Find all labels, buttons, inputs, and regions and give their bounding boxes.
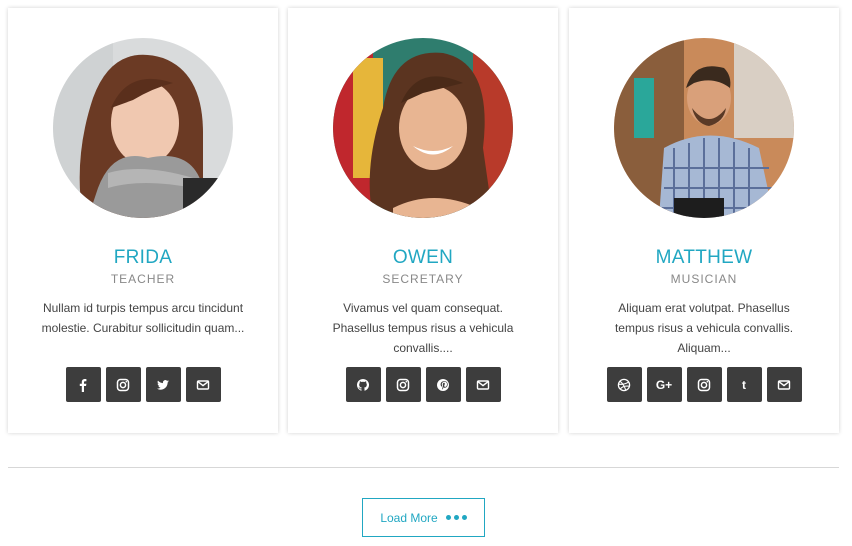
instagram-button[interactable]	[686, 367, 722, 402]
tumblr-icon: t	[742, 377, 746, 392]
social-links: G+ t	[569, 367, 839, 402]
envelope-icon	[777, 379, 791, 390]
instagram-button[interactable]	[385, 367, 421, 402]
member-name: MATTHEW	[655, 247, 753, 268]
social-links	[288, 367, 558, 402]
facebook-button[interactable]	[65, 367, 101, 402]
member-name: OWEN	[392, 247, 454, 268]
social-links	[8, 367, 278, 402]
envelope-icon	[476, 379, 490, 390]
member-bio: Nullam id turpis tempus arcu tincidunt m…	[41, 301, 245, 335]
section-divider	[8, 467, 839, 468]
twitter-icon	[157, 379, 169, 390]
load-more-button[interactable]: Load More	[362, 498, 485, 537]
twitter-button[interactable]	[145, 367, 181, 402]
member-role: SECRETARY	[382, 272, 464, 286]
github-button[interactable]	[345, 367, 381, 402]
team-card-frida: FRIDA TEACHER Nullam id turpis tempus ar…	[8, 8, 278, 433]
pinterest-button[interactable]	[425, 367, 461, 402]
google-plus-button[interactable]: G+	[646, 367, 682, 402]
email-button[interactable]	[465, 367, 501, 402]
member-bio: Aliquam erat volutpat. Phasellus tempus …	[614, 301, 794, 355]
email-button[interactable]	[766, 367, 802, 402]
member-role: TEACHER	[110, 272, 176, 286]
facebook-icon	[79, 378, 87, 392]
avatar	[333, 38, 513, 218]
instagram-icon	[116, 378, 130, 391]
avatar	[53, 38, 233, 218]
email-button[interactable]	[185, 367, 221, 402]
envelope-icon	[196, 379, 210, 390]
load-more-label: Load More	[380, 510, 438, 525]
google-plus-icon: G+	[655, 377, 673, 392]
pinterest-icon	[437, 378, 449, 391]
member-bio: Vivamus vel quam consequat. Phasellus te…	[332, 301, 514, 355]
dribbble-button[interactable]	[606, 367, 642, 402]
instagram-icon	[396, 378, 410, 391]
more-dots-icon	[445, 515, 467, 520]
team-card-matthew: MATTHEW MUSICIAN Aliquam erat volutpat. …	[569, 8, 839, 433]
avatar	[614, 38, 794, 218]
instagram-icon	[697, 378, 711, 391]
member-name: FRIDA	[113, 247, 173, 268]
tumblr-button[interactable]: t	[726, 367, 762, 402]
instagram-button[interactable]	[105, 367, 141, 402]
dribbble-icon	[617, 378, 631, 391]
team-card-owen: OWEN SECRETARY Vivamus vel quam consequa…	[288, 8, 558, 433]
member-role: MUSICIAN	[670, 272, 738, 286]
team-grid: FRIDA TEACHER Nullam id turpis tempus ar…	[8, 8, 840, 433]
github-icon	[356, 378, 370, 391]
